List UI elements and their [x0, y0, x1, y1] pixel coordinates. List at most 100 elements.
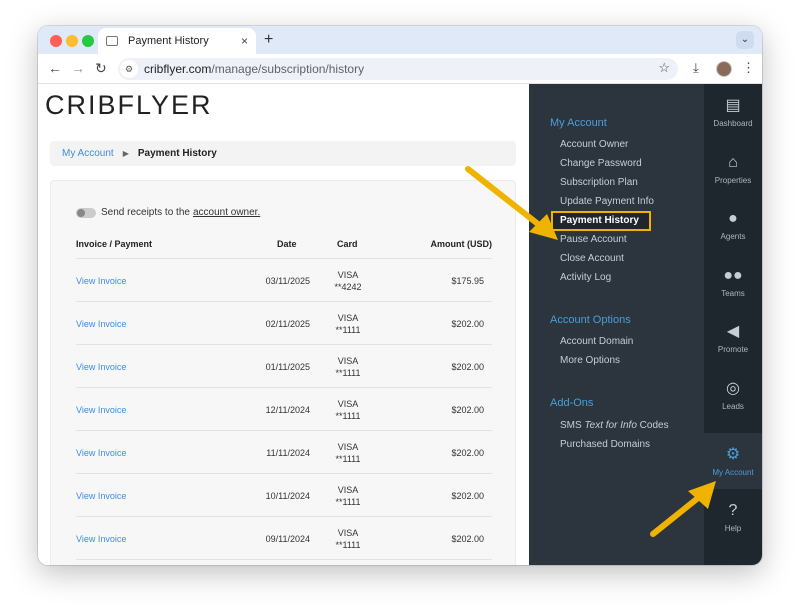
card-brand: VISA: [337, 270, 359, 280]
rail-label: My Account: [712, 468, 754, 477]
payment-amount: $202.00: [451, 319, 484, 329]
close-tab-icon[interactable]: ×: [241, 34, 248, 48]
tab-strip: Payment History × + ⌄: [38, 26, 762, 54]
sidebar-item-close-account[interactable]: Close Account: [560, 253, 624, 264]
view-invoice-link[interactable]: View Invoice: [76, 534, 126, 544]
card-info: VISA **1111: [328, 398, 368, 422]
card-last4: **1111: [335, 411, 361, 421]
rail-label: Promote: [717, 345, 749, 354]
back-arrow-icon[interactable]: ←: [48, 60, 62, 76]
card-brand: VISA: [337, 313, 359, 323]
browser-tab[interactable]: Payment History ×: [98, 28, 256, 54]
rail-teams[interactable]: ●● Teams: [704, 254, 762, 310]
page-content: CRIBFLYER My Account ▶ Payment History S…: [38, 84, 762, 565]
cribflyer-logo[interactable]: CRIBFLYER: [45, 90, 213, 121]
toggle-knob: [77, 208, 85, 217]
rail-dashboard[interactable]: ▤ Dashboard: [704, 84, 762, 140]
card-info: VISA **1111: [328, 527, 368, 551]
url-domain: cribflyer.com: [144, 62, 212, 76]
card-last4: **1111: [335, 325, 361, 335]
payment-amount: $202.00: [451, 362, 484, 372]
sms-italic: Text for Info: [584, 420, 637, 431]
breadcrumb-current: Payment History: [137, 148, 217, 159]
payment-amount: $175.95: [451, 276, 484, 286]
card-brand: VISA: [337, 442, 359, 452]
sidebar-item-more-options[interactable]: More Options: [560, 355, 620, 366]
minimize-window-button[interactable]: [66, 35, 78, 47]
table-row: View Invoice 12/11/2024 VISA **1111 $202.…: [76, 389, 492, 431]
view-invoice-link[interactable]: View Invoice: [76, 319, 126, 329]
receipts-toggle[interactable]: [76, 207, 96, 218]
table-row: View Invoice 11/11/2024 VISA **1111 $202.…: [76, 432, 492, 474]
sidebar-item-activity-log[interactable]: Activity Log: [560, 272, 611, 283]
new-tab-button[interactable]: +: [264, 31, 273, 49]
reload-icon[interactable]: ↻: [95, 60, 107, 77]
payment-amount: $202.00: [451, 491, 484, 501]
table-row: View Invoice 02/11/2025 VISA **1111 $202.…: [76, 303, 492, 345]
rail-agents[interactable]: ● Agents: [704, 197, 762, 253]
sidebar-section-addons: Add-Ons: [550, 397, 594, 409]
payment-date: 03/11/2025: [265, 276, 310, 286]
browser-toolbar: ← → ↻ ⚙ cribflyer.com/manage/subscriptio…: [38, 54, 762, 84]
profile-avatar[interactable]: [716, 61, 732, 77]
sidebar-item-purchased-domains[interactable]: Purchased Domains: [560, 439, 650, 450]
sidebar-item-subscription-plan[interactable]: Subscription Plan: [560, 177, 638, 188]
card-last4: **1111: [335, 497, 361, 507]
sidebar-item-payment-history[interactable]: Payment History: [551, 211, 651, 231]
sidebar-item-account-owner[interactable]: Account Owner: [560, 139, 628, 150]
rail-leads[interactable]: ◎ Leads: [704, 367, 762, 423]
rail-label: Leads: [722, 402, 744, 411]
rail-label: Properties: [714, 176, 752, 185]
breadcrumb-my-account-link[interactable]: My Account: [62, 148, 114, 159]
properties-icon: ⌂: [728, 154, 738, 171]
page-favicon-icon: [106, 36, 118, 46]
rail-promote[interactable]: ◀ Promote: [704, 310, 762, 366]
view-invoice-link[interactable]: View Invoice: [76, 405, 126, 415]
address-bar[interactable]: ⚙ cribflyer.com/manage/subscription/hist…: [118, 58, 678, 80]
payment-date: 01/11/2025: [265, 362, 310, 372]
tab-title: Payment History: [128, 35, 209, 47]
bookmark-star-icon[interactable]: ☆: [658, 60, 670, 76]
card-info: VISA **1111: [328, 312, 368, 336]
payment-date: 11/11/2024: [266, 448, 310, 458]
main-panel: CRIBFLYER My Account ▶ Payment History S…: [38, 84, 529, 565]
sidebar-item-sms-codes[interactable]: SMS Text for Info Codes: [560, 420, 669, 431]
browser-window: Payment History × + ⌄ ← → ↻ ⚙ cribflyer.…: [38, 26, 762, 565]
card-last4: **4242: [334, 282, 362, 292]
teams-icon: ●●: [723, 267, 743, 284]
payment-date: 09/11/2024: [265, 534, 310, 544]
close-window-button[interactable]: [50, 35, 62, 47]
view-invoice-link[interactable]: View Invoice: [76, 448, 126, 458]
payment-history-card: Send receipts to the account owner. Invo…: [50, 180, 516, 565]
annotation-arrow-icon: [465, 166, 558, 240]
col-invoice: Invoice / Payment: [76, 239, 153, 249]
tab-search-chevron-icon[interactable]: ⌄: [736, 31, 754, 49]
receipts-toggle-label: Send receipts to the: [101, 207, 190, 218]
sidebar-item-pause-account[interactable]: Pause Account: [560, 234, 627, 245]
sidebar-item-account-domain[interactable]: Account Domain: [560, 336, 633, 347]
payment-amount: $202.00: [451, 405, 484, 415]
account-owner-link[interactable]: account owner.: [193, 207, 260, 218]
view-invoice-link[interactable]: View Invoice: [76, 491, 126, 501]
view-invoice-link[interactable]: View Invoice: [76, 362, 126, 372]
sidebar-item-update-payment-info[interactable]: Update Payment Info: [560, 196, 654, 207]
site-info-icon[interactable]: ⚙: [120, 60, 138, 78]
view-invoice-link[interactable]: View Invoice: [76, 276, 126, 286]
card-last4: **1111: [335, 368, 361, 378]
payment-amount: $202.00: [451, 448, 484, 458]
annotation-arrow-icon: [650, 481, 716, 537]
rail-label: Teams: [721, 289, 745, 298]
maximize-window-button[interactable]: [82, 35, 94, 47]
download-icon[interactable]: ⤓: [693, 60, 699, 76]
rail-properties[interactable]: ⌂ Properties: [704, 141, 762, 197]
sidebar-item-change-password[interactable]: Change Password: [560, 158, 642, 169]
sidebar-section-account-options: Account Options: [550, 314, 631, 326]
sms-prefix: SMS: [560, 420, 582, 431]
card-last4: **1111: [335, 540, 361, 550]
table-header: Invoice / Payment Date Card Amount (USD): [76, 239, 492, 259]
browser-menu-icon[interactable]: ⋮: [742, 60, 755, 76]
card-brand: VISA: [337, 399, 359, 409]
url-path: /manage/subscription/history: [211, 62, 365, 76]
forward-arrow-icon[interactable]: →: [71, 60, 85, 76]
col-date: Date: [277, 239, 297, 249]
